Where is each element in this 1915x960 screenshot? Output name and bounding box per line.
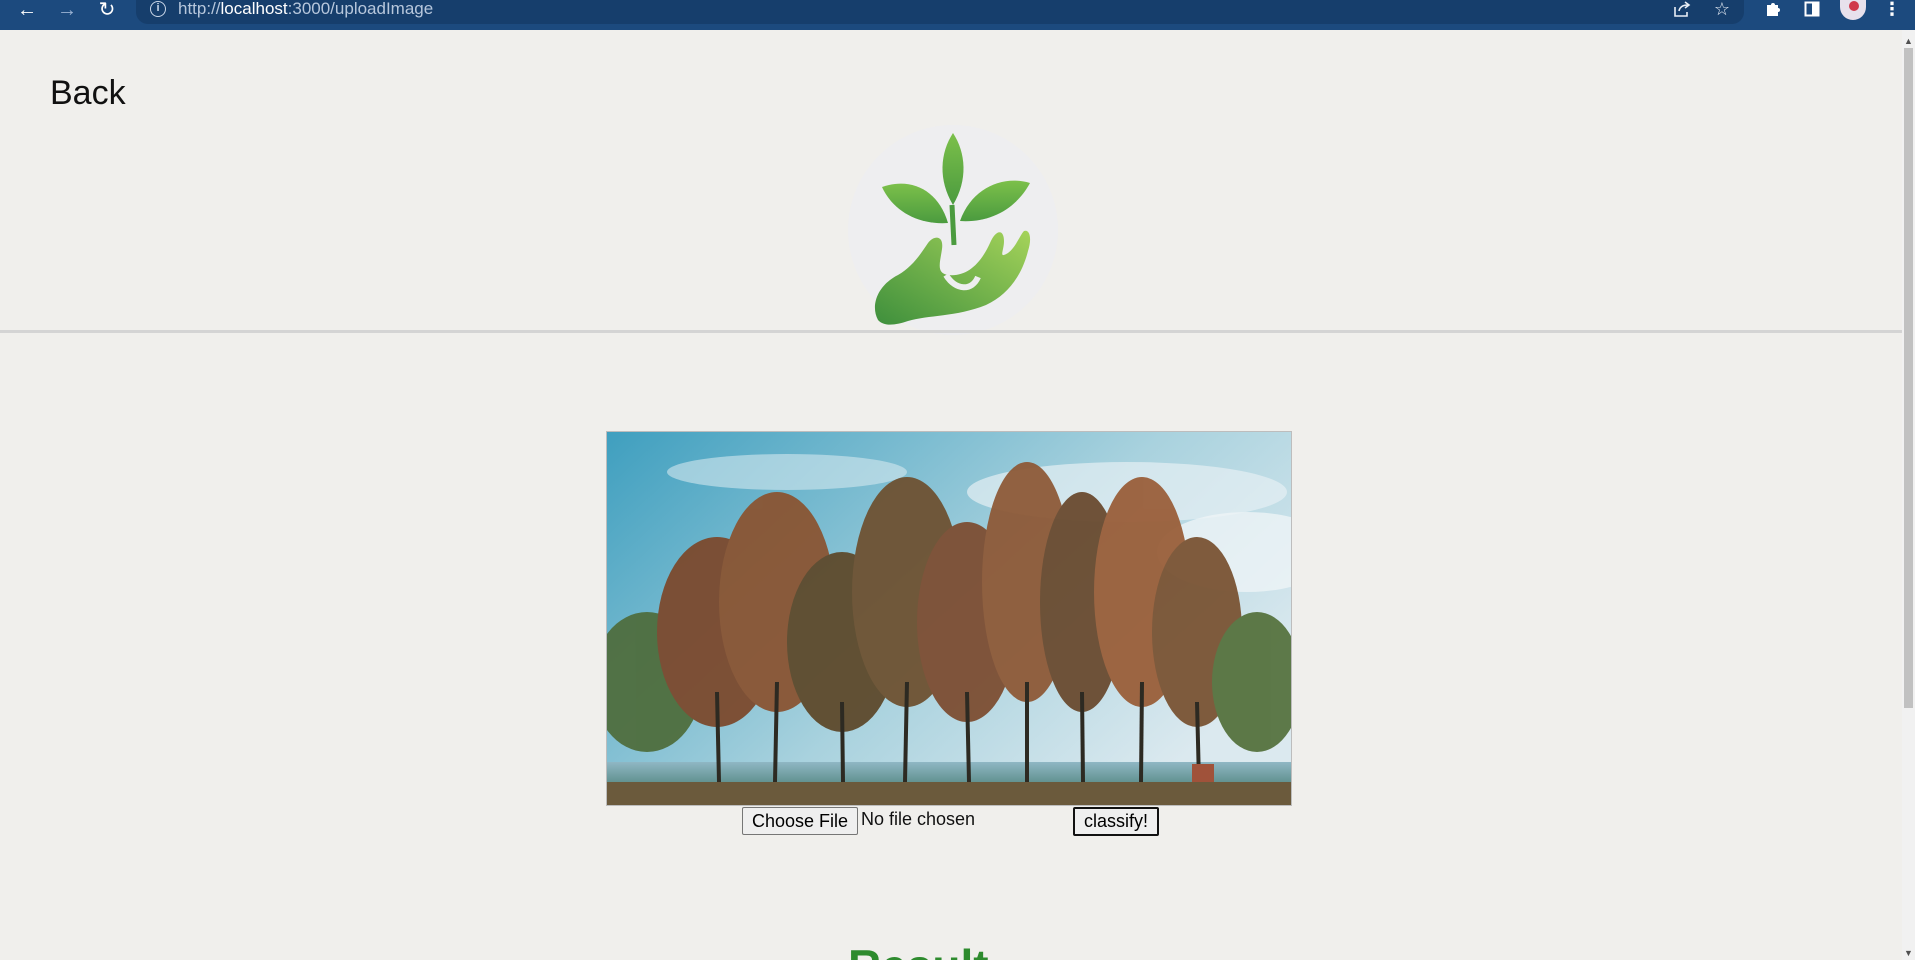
autumn-trees-lake-photo [606,431,1292,806]
plant-in-hand-logo [848,125,1058,335]
scroll-up-icon[interactable]: ▲ [1902,34,1915,48]
info-icon[interactable]: i [150,1,166,17]
forward-arrow-icon[interactable]: → [54,0,80,20]
scroll-down-icon[interactable]: ▼ [1902,946,1915,960]
scroll-thumb[interactable] [1904,48,1913,708]
url-text[interactable]: http://localhost:3000/uploadImage [178,0,433,18]
back-arrow-icon[interactable]: ← [14,0,40,20]
reload-icon[interactable]: ↻ [94,0,120,20]
browser-toolbar: ← → ↻ i http://localhost:3000/uploadImag… [0,0,1915,30]
header-divider [0,330,1902,333]
share-icon[interactable] [1670,0,1694,18]
address-bar[interactable]: i http://localhost:3000/uploadImage ☆ [136,0,1744,24]
kebab-menu-icon[interactable]: ⋮ [1883,0,1901,19]
page-scrollbar[interactable]: ▲ ▼ [1902,30,1915,960]
choose-file-button[interactable]: Choose File [742,807,859,835]
file-status-text: No file chosen [861,809,976,829]
classify-button[interactable]: classify! [1073,807,1160,836]
back-link[interactable]: Back [50,74,126,113]
bookmark-star-icon[interactable]: ☆ [1710,0,1734,19]
puzzle-extensions-icon[interactable] [1762,0,1784,18]
result-heading: Result [848,942,989,960]
page-content: Back Choose File No file chosen classify… [0,30,1902,960]
avatar[interactable] [1840,0,1866,20]
side-panel-icon[interactable] [1802,0,1822,18]
